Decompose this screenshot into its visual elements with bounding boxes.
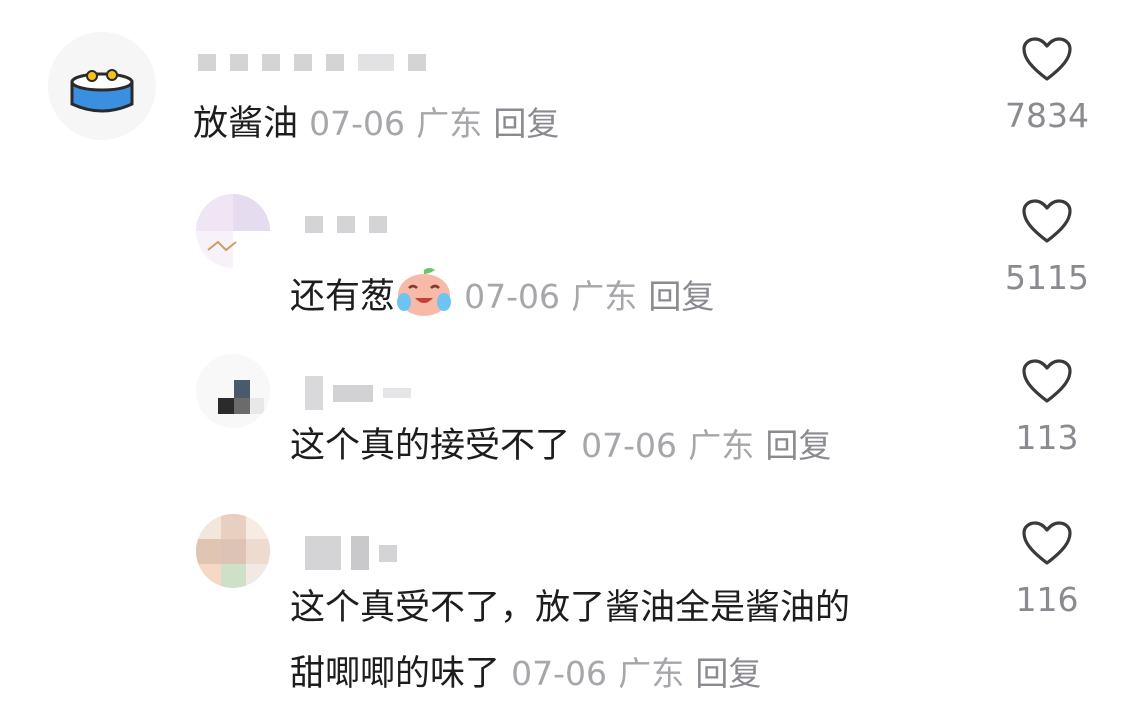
comment-body-line-2: 甜唧唧的味了 07-06 广东 回复 <box>290 654 761 694</box>
like-button[interactable]: 7834 <box>992 36 1102 135</box>
heart-outline-icon <box>1022 37 1072 81</box>
reply-item: 这个真的接受不了 07-06 广东 回复 113 <box>0 330 1125 490</box>
drum-avatar-icon <box>48 32 156 140</box>
avatar[interactable] <box>196 514 270 588</box>
heart-outline-icon <box>1022 359 1072 403</box>
username-redacted[interactable] <box>305 536 397 570</box>
username-redacted[interactable] <box>198 54 426 71</box>
reply-button[interactable]: 回复 <box>493 104 559 143</box>
comment-location: 广东 <box>571 277 638 316</box>
avatar[interactable] <box>48 32 156 140</box>
comment-location: 广东 <box>618 654 685 693</box>
reply-button[interactable]: 回复 <box>765 426 831 465</box>
reply-button[interactable]: 回复 <box>695 654 761 693</box>
avatar[interactable] <box>196 194 270 268</box>
comment-body-line-1: 这个真受不了，放了酱油全是酱油的 <box>290 588 850 628</box>
avatar[interactable] <box>196 354 270 428</box>
reply-button[interactable]: 回复 <box>648 277 714 316</box>
like-count: 113 <box>1015 418 1079 457</box>
like-button[interactable]: 116 <box>992 520 1102 619</box>
like-count: 5115 <box>1005 258 1089 297</box>
comment-text: 放酱油 <box>193 104 299 144</box>
username-redacted[interactable] <box>305 216 387 233</box>
heart-outline-icon <box>1022 521 1072 565</box>
like-button[interactable]: 113 <box>992 358 1102 457</box>
comment-text: 这个真的接受不了 <box>290 426 571 466</box>
crying-laughing-peach-emoji <box>395 266 453 325</box>
pixelated-avatar-image <box>196 354 270 428</box>
like-count: 116 <box>1015 580 1079 619</box>
comment-date: 07-06 <box>581 426 678 465</box>
comment-body: 这个真的接受不了 07-06 广东 回复 <box>290 426 831 466</box>
comment-body: 还有葱 07-06 广东 回复 <box>290 266 714 325</box>
comment-item: 放酱油 07-06 广东 回复 7834 <box>0 0 1125 170</box>
pixelated-avatar-image <box>196 514 270 588</box>
comment-location: 广东 <box>688 426 755 465</box>
reply-item: 还有葱 07-06 广东 回复 5115 <box>0 170 1125 330</box>
comment-date: 07-06 <box>464 277 561 316</box>
like-count: 7834 <box>1005 96 1089 135</box>
comment-date: 07-06 <box>309 104 406 143</box>
comment-text: 这个真受不了，放了酱油全是酱油的 <box>290 588 851 628</box>
like-button[interactable]: 5115 <box>992 198 1102 297</box>
comment-body: 放酱油 07-06 广东 回复 <box>193 104 559 144</box>
heart-outline-icon <box>1022 199 1072 243</box>
comment-date: 07-06 <box>511 654 608 693</box>
comment-text: 还有葱 <box>290 277 396 317</box>
pixelated-avatar-image <box>196 194 270 268</box>
comment-text: 甜唧唧的味了 <box>290 654 501 694</box>
username-redacted[interactable] <box>305 376 411 410</box>
comment-location: 广东 <box>416 104 483 143</box>
reply-item: 这个真受不了，放了酱油全是酱油的 甜唧唧的味了 07-06 广东 回复 116 <box>0 490 1125 722</box>
